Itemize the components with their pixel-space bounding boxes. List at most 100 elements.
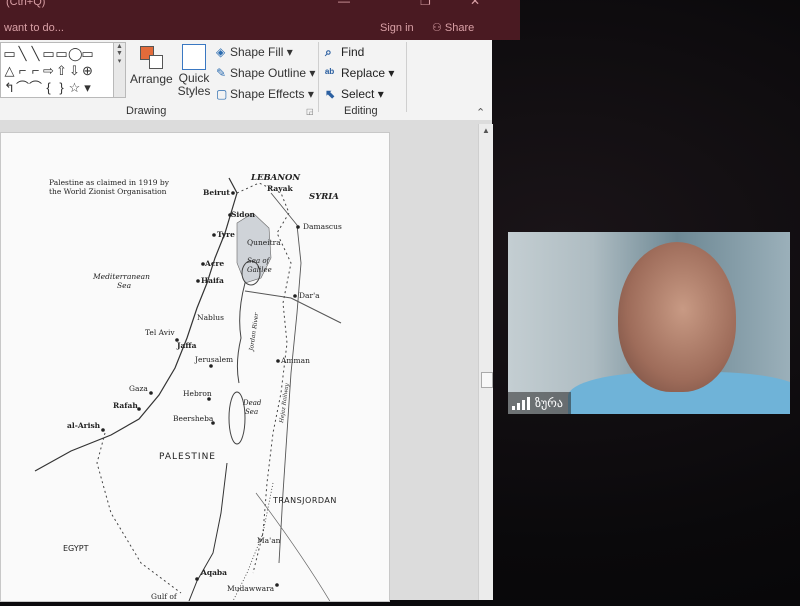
quick-styles-label-1: Quick (178, 71, 210, 85)
select-button[interactable]: ⬉ Select ▾ (325, 84, 405, 105)
label-mudawwara: Mudawwara (227, 584, 275, 593)
signal-strength-icon (512, 396, 530, 410)
label-sea-of: Sea of (247, 257, 271, 265)
label-damascus: Damascus (303, 222, 342, 231)
shape-option[interactable]: ↰ (3, 79, 16, 96)
slide-canvas[interactable]: Palestine as claimed in 1919 by the Worl… (0, 132, 390, 604)
shape-option[interactable]: ⌐ (29, 62, 42, 79)
city-dot (211, 421, 215, 425)
shape-effects-button[interactable]: ▢ Shape Effects ▾ (216, 84, 316, 105)
shape-fill-label: Shape Fill (230, 45, 284, 59)
editing-list: ⌕ Find ᵃᵇ Replace ▾ ⬉ Select ▾ (325, 42, 405, 105)
shape-option[interactable]: ▾ (81, 79, 94, 96)
minimize-button[interactable]: — (338, 0, 350, 8)
search-icon: ⌕ (325, 45, 332, 59)
label-galilee: Galilee (247, 266, 272, 274)
tell-me-box[interactable]: want to do... (4, 22, 64, 34)
label-nablus: Nablus (197, 313, 224, 322)
city-dot (137, 407, 141, 411)
shape-option[interactable]: ▭ (42, 45, 55, 62)
tell-me-hint: (Ctrl+Q) (6, 0, 46, 8)
shape-option[interactable]: { (42, 79, 55, 96)
label-tel-aviv: Tel Aviv (145, 328, 175, 337)
shape-outline-label: Shape Outline (230, 66, 307, 80)
city-dot (201, 262, 205, 266)
shape-option[interactable]: ◯ (68, 45, 83, 62)
map-figure: Palestine as claimed in 1919 by the Worl… (34, 173, 342, 604)
label-dead: Dead (242, 399, 262, 407)
city-dot (296, 225, 300, 229)
label-beersheba: Beersheba (173, 414, 214, 423)
gallery-scroll[interactable]: ▲ ▼ ▾ (113, 42, 126, 98)
city-dot (212, 233, 216, 237)
share-button[interactable]: ⚇ Share (432, 21, 474, 34)
shape-option[interactable]: ⇩ (68, 62, 81, 79)
shape-fill-button[interactable]: ◈ Shape Fill ▾ (216, 42, 316, 63)
label-rafah: Rafah (113, 401, 138, 410)
sign-in-link[interactable]: Sign in (380, 22, 414, 34)
quick-styles-icon (182, 44, 206, 70)
shape-option[interactable]: ⌒ (29, 79, 42, 96)
shape-option[interactable]: ⌒ (16, 79, 29, 96)
label-acre: Acre (204, 259, 224, 268)
shape-grid: ▭ ╲ ╲ ▭ ▭ ◯ ▭ △ ⌐ ⌐ ⇨ ⇧ ⇩ ⊕ ↰ ⌒ ⌒{} ☆ ▾ (3, 45, 94, 96)
city-dot (101, 428, 105, 432)
shape-option[interactable]: ╲ (29, 45, 42, 62)
arrange-button[interactable]: Arrange (130, 42, 173, 96)
shape-option[interactable]: ⇧ (55, 62, 68, 79)
label-jerusalem: Jerusalem (194, 355, 233, 364)
drawing-dialog-launcher[interactable]: ◲ (306, 107, 314, 116)
participant-video[interactable] (508, 232, 790, 414)
city-dot (149, 391, 153, 395)
pen-icon: ✎ (216, 66, 227, 80)
shape-option[interactable]: ⊕ (81, 62, 94, 79)
shapes-gallery[interactable]: ▭ ╲ ╲ ▭ ▭ ◯ ▭ △ ⌐ ⌐ ⇨ ⇧ ⇩ ⊕ ↰ ⌒ ⌒{} ☆ ▾ (0, 42, 114, 98)
replace-icon: ᵃᵇ (325, 66, 335, 80)
label-hebron: Hebron (183, 389, 212, 398)
restore-button[interactable]: ❐ (420, 0, 431, 8)
city-dot (207, 397, 211, 401)
scroll-thumb[interactable] (481, 372, 493, 388)
label-deraa: Dar'a (299, 291, 320, 300)
shape-option[interactable]: ▭ (3, 45, 16, 62)
editing-group-label: Editing (344, 105, 378, 117)
shape-option[interactable]: ⇨ (42, 62, 55, 79)
shape-option[interactable]: } (55, 79, 68, 96)
shape-option[interactable]: ▭ (81, 45, 94, 62)
replace-label: Replace (341, 66, 386, 80)
collapse-ribbon-icon[interactable]: ⌃ (476, 106, 485, 119)
shape-outline-button[interactable]: ✎ Shape Outline ▾ (216, 63, 316, 84)
quick-styles-button[interactable]: Quick Styles (174, 42, 214, 100)
label-aqaba: Aqaba (200, 568, 227, 577)
label-sidon: Sidon (231, 210, 256, 219)
shape-option[interactable]: △ (3, 62, 16, 79)
shape-format-list: ◈ Shape Fill ▾ ✎ Shape Outline ▾ ▢ Shape Ef… (216, 42, 316, 105)
shape-option[interactable]: ☆ (68, 79, 81, 96)
label-transjordan: TRANSJORDAN (272, 496, 337, 505)
find-button[interactable]: ⌕ Find (325, 42, 405, 63)
label-palestine: PALESTINE (159, 452, 216, 462)
slide-workspace: Palestine as claimed in 1919 by the Worl… (0, 120, 492, 604)
shape-option[interactable]: ▭ (55, 45, 68, 62)
label-egypt: EGYPT (63, 544, 89, 553)
label-beirut: Beirut (203, 188, 230, 197)
label-tyre: Tyre (217, 230, 235, 239)
vertical-scrollbar[interactable]: ▲ (478, 124, 493, 600)
share-icon: ⚇ (432, 22, 445, 34)
jordan-river-line (236, 282, 246, 384)
shape-option[interactable]: ⌐ (16, 62, 29, 79)
coastline (34, 177, 238, 472)
city-dot (196, 279, 200, 283)
close-button[interactable]: ✕ (470, 0, 480, 8)
city-dot (231, 191, 235, 195)
scroll-up-icon[interactable]: ▲ (481, 126, 491, 136)
label-syria: SYRIA (309, 192, 339, 202)
label-haifa: Haifa (201, 276, 224, 285)
label-rayak: Rayak (267, 184, 293, 193)
replace-button[interactable]: ᵃᵇ Replace ▾ (325, 63, 405, 84)
participant-face (618, 242, 736, 392)
cursor-icon: ⬉ (325, 87, 336, 101)
city-dot (175, 338, 179, 342)
city-dot (195, 577, 199, 581)
shape-option[interactable]: ╲ (16, 45, 29, 62)
